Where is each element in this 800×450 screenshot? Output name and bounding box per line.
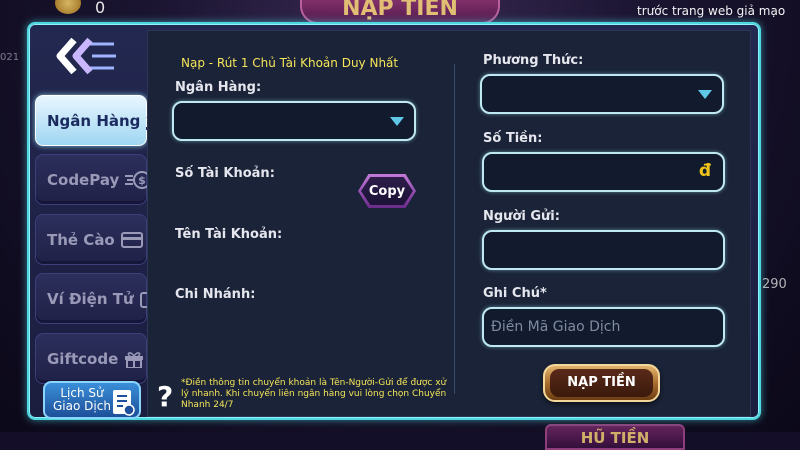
bank-select[interactable]: [172, 101, 416, 141]
single-account-notice: Nạp - Rút 1 Chủ Tài Khoản Duy Nhất: [181, 56, 399, 70]
chevron-down-icon: [390, 117, 404, 126]
card-icon: [120, 231, 143, 248]
tab-e-wallet-label: Ví Điện Tử: [47, 289, 134, 308]
double-chevron-left-icon: [56, 37, 116, 75]
note-label: Ghi Chú*: [483, 286, 547, 301]
transfer-footnote: *Điền thông tin chuyển khoản là Tên-Ngườ…: [181, 378, 447, 410]
deposit-submit-button[interactable]: NẠP TIỀN: [543, 364, 660, 402]
chevron-down-icon: [698, 90, 712, 99]
tab-bank-label: Ngân Hàng: [47, 111, 141, 130]
tab-e-wallet[interactable]: Ví Điện Tử: [35, 273, 160, 324]
currency-symbol: đ: [698, 161, 711, 181]
tab-scratch-card-label: Thẻ Cào: [47, 230, 115, 249]
history-label-line2: Giao Dịch: [53, 399, 111, 413]
amount-label: Số Tiền:: [483, 131, 543, 146]
sender-label: Người Gửi:: [483, 209, 560, 224]
note-placeholder: Điền Mã Giao Dịch: [491, 319, 621, 335]
background-title-banner: NẠP TIỀN: [300, 0, 500, 24]
tab-codepay[interactable]: CodePay $: [35, 154, 152, 205]
copy-button-label[interactable]: Copy: [361, 177, 413, 205]
svg-text:$: $: [138, 174, 146, 187]
news-ticker: trước trang web giả mạo: [637, 4, 786, 18]
help-question-icon[interactable]: ?: [157, 380, 173, 413]
deposit-submit-label: NẠP TIỀN: [550, 369, 653, 397]
tab-giftcode[interactable]: Giftcode: [35, 333, 147, 384]
column-divider: [454, 64, 455, 394]
gift-icon: [124, 350, 144, 368]
account-number-label: Số Tài Khoản:: [175, 166, 275, 181]
account-name-label: Tên Tài Khoản:: [175, 227, 283, 242]
coin-balance: 0: [95, 0, 106, 17]
back-button[interactable]: [52, 36, 118, 76]
transaction-history-button[interactable]: Lịch Sử Giao Dịch: [43, 381, 141, 419]
amount-input[interactable]: đ: [482, 152, 725, 192]
note-input[interactable]: Điền Mã Giao Dịch: [482, 307, 725, 347]
tab-scratch-card[interactable]: Thẻ Cào: [35, 214, 147, 265]
background-left-number: 021: [0, 52, 20, 63]
method-label: Phương Thức:: [483, 53, 584, 68]
coin-icon: [55, 0, 81, 14]
branch-label: Chi Nhánh:: [175, 287, 256, 302]
background-right-number: 290: [762, 277, 787, 292]
receipt-icon: [111, 388, 135, 419]
tab-bank[interactable]: Ngân Hàng: [35, 95, 167, 146]
tab-codepay-label: CodePay: [47, 170, 120, 189]
tab-giftcode-label: Giftcode: [47, 349, 119, 368]
bank-label: Ngân Hàng:: [175, 80, 262, 95]
sender-input[interactable]: [482, 230, 725, 270]
background-bottom-banner: HŨ TIỀN: [545, 424, 685, 450]
method-select[interactable]: [480, 74, 724, 114]
